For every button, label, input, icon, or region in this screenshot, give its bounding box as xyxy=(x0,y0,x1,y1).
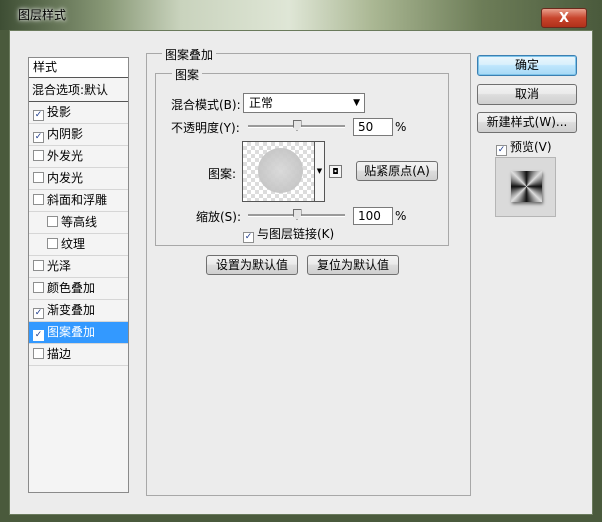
link-with-layer-checkbox[interactable]: ✓ 与图层链接(K) xyxy=(243,225,334,243)
style-item-label: 等高线 xyxy=(61,215,98,229)
style-item[interactable]: 斜面和浮雕 xyxy=(29,190,128,212)
reset-default-button[interactable]: 复位为默认值 xyxy=(307,255,399,275)
style-item-label: 图案叠加 xyxy=(47,325,96,339)
dialog-client: 样式 混合选项:默认 ✓ 投影 ✓ 内阴影 外发光 内发光 斜面和浮雕 等高线 纹理 光泽 颜色叠加… xyxy=(9,30,593,515)
checkbox-icon[interactable] xyxy=(47,216,58,227)
checkbox-icon[interactable] xyxy=(33,150,44,161)
checkbox-icon[interactable] xyxy=(33,172,44,183)
opacity-input[interactable]: 50 xyxy=(353,118,393,136)
scale-input[interactable]: 100 xyxy=(353,207,393,225)
link-with-layer-label: 与图层链接(K) xyxy=(257,227,335,241)
style-item[interactable]: 光泽 xyxy=(29,256,128,278)
pattern-subgroup-title: 图案 xyxy=(172,66,203,83)
style-item-label: 内阴影 xyxy=(47,127,84,141)
style-item-label: 内发光 xyxy=(47,171,84,185)
checkbox-icon[interactable] xyxy=(33,194,44,205)
style-item-label: 描边 xyxy=(47,347,72,361)
scale-percent: % xyxy=(395,209,407,223)
link-with-layer-check-icon[interactable]: ✓ xyxy=(243,232,254,243)
scale-label: 缩放(S): xyxy=(196,210,242,224)
checkbox-icon[interactable] xyxy=(33,282,44,293)
new-style-button[interactable]: 新建样式(W)... xyxy=(477,112,577,133)
style-item-label: 外发光 xyxy=(47,149,84,163)
style-item[interactable]: ✓ 渐变叠加 xyxy=(29,300,128,322)
checkbox-checked-icon[interactable]: ✓ xyxy=(33,308,44,319)
cancel-button[interactable]: 取消 xyxy=(477,84,577,105)
checkbox-checked-icon[interactable]: ✓ xyxy=(33,110,44,121)
blend-mode-select[interactable]: 正常 ▼ xyxy=(243,93,365,113)
style-preview xyxy=(495,157,556,217)
checkbox-icon[interactable] xyxy=(47,238,58,249)
style-item-label: 光泽 xyxy=(47,259,72,273)
checkbox-icon[interactable] xyxy=(33,260,44,271)
blend-options-item[interactable]: 混合选项:默认 xyxy=(29,80,128,102)
style-item-label: 颜色叠加 xyxy=(47,281,96,295)
style-list-header[interactable]: 样式 xyxy=(29,58,128,78)
style-item[interactable]: ✓ 内阴影 xyxy=(29,124,128,146)
checkbox-checked-icon[interactable]: ✓ xyxy=(33,132,44,143)
style-item-label: 投影 xyxy=(47,105,72,119)
window-title: 图层样式 xyxy=(18,8,67,22)
style-item-label: 渐变叠加 xyxy=(47,303,96,317)
style-item[interactable]: ✓ 投影 xyxy=(29,102,128,124)
opacity-percent: % xyxy=(395,120,407,134)
checkbox-icon[interactable] xyxy=(33,348,44,359)
opacity-label: 不透明度(Y): xyxy=(171,121,240,135)
pattern-overlay-title: 图案叠加 xyxy=(162,46,217,63)
style-item-label: 纹理 xyxy=(61,237,86,251)
style-item[interactable]: ✓ 图案叠加 xyxy=(29,322,128,344)
new-preset-icon[interactable]: ◘ xyxy=(329,165,342,178)
style-item[interactable]: 描边 xyxy=(29,344,128,366)
ok-button[interactable]: 确定 xyxy=(477,55,577,76)
pattern-preview-icon xyxy=(258,148,303,193)
chevron-down-icon: ▼ xyxy=(353,98,360,108)
blend-mode-label: 混合模式(B): xyxy=(171,98,241,112)
pattern-picker-arrow[interactable]: ▼ xyxy=(315,141,325,202)
style-item[interactable]: 等高线 xyxy=(29,212,128,234)
style-list: 样式 混合选项:默认 ✓ 投影 ✓ 内阴影 外发光 内发光 斜面和浮雕 等高线 纹理 光泽 颜色叠加… xyxy=(28,57,129,493)
style-item[interactable]: 内发光 xyxy=(29,168,128,190)
preview-checkbox[interactable]: ✓ 预览(V) xyxy=(496,138,552,156)
style-item[interactable]: 外发光 xyxy=(29,146,128,168)
make-default-button[interactable]: 设置为默认值 xyxy=(206,255,298,275)
style-item[interactable]: 纹理 xyxy=(29,234,128,256)
blend-mode-value: 正常 xyxy=(249,96,274,110)
pattern-label: 图案: xyxy=(208,167,237,181)
preview-swatch-icon xyxy=(511,171,542,202)
checkbox-checked-icon[interactable]: ✓ xyxy=(33,330,44,341)
preview-label: 预览(V) xyxy=(510,140,552,154)
pattern-swatch[interactable] xyxy=(242,141,315,202)
snap-origin-button[interactable]: 贴紧原点(A) xyxy=(356,161,438,181)
style-item[interactable]: 颜色叠加 xyxy=(29,278,128,300)
preview-check-icon[interactable]: ✓ xyxy=(496,145,507,156)
title-bar[interactable]: 图层样式 X xyxy=(0,0,602,30)
close-button[interactable]: X xyxy=(541,8,587,28)
style-item-label: 斜面和浮雕 xyxy=(47,193,108,207)
